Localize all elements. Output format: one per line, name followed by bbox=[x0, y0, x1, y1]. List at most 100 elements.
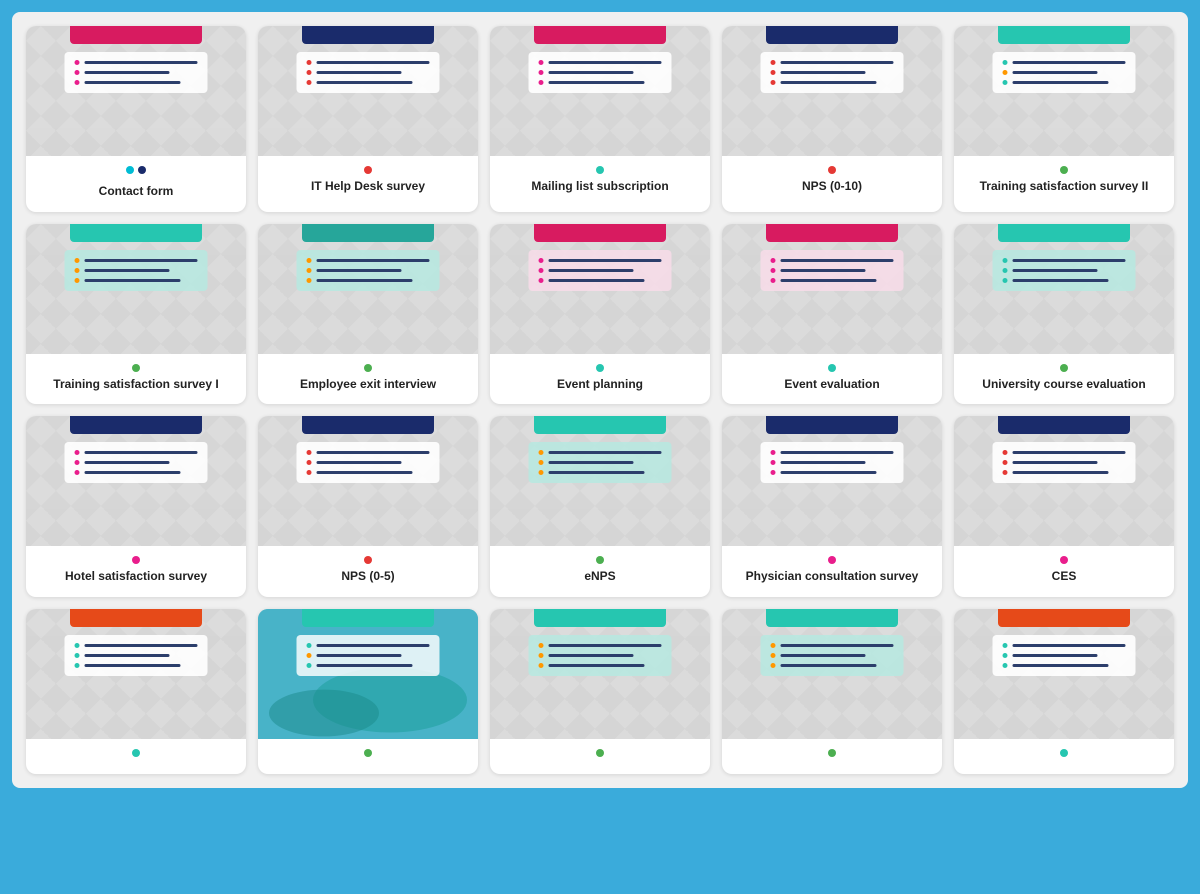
accent-bar bbox=[70, 609, 202, 627]
accent-bar bbox=[998, 224, 1130, 242]
card-info: Employee exit interview bbox=[258, 354, 478, 405]
template-card-physician-consultation[interactable]: Physician consultation survey bbox=[722, 416, 942, 597]
card-preview bbox=[26, 609, 246, 739]
template-card-row4-3[interactable] bbox=[490, 609, 710, 774]
form-mock bbox=[529, 635, 672, 676]
form-mock bbox=[761, 635, 904, 676]
template-card-training-satisfaction-1[interactable]: Training satisfaction survey I bbox=[26, 224, 246, 405]
card-preview bbox=[258, 416, 478, 546]
card-title: NPS (0-5) bbox=[341, 569, 394, 585]
accent-bar bbox=[766, 224, 898, 242]
card-preview bbox=[954, 416, 1174, 546]
form-mock bbox=[297, 442, 440, 483]
card-info bbox=[26, 739, 246, 774]
card-dot bbox=[364, 364, 372, 372]
accent-bar bbox=[302, 609, 434, 627]
form-mock bbox=[297, 635, 440, 676]
template-card-employee-exit[interactable]: Employee exit interview bbox=[258, 224, 478, 405]
card-preview bbox=[954, 26, 1174, 156]
template-card-row4-4[interactable] bbox=[722, 609, 942, 774]
card-title: Employee exit interview bbox=[300, 377, 436, 393]
card-info: CES bbox=[954, 546, 1174, 597]
template-card-event-evaluation[interactable]: Event evaluation bbox=[722, 224, 942, 405]
card-dot bbox=[132, 749, 140, 757]
accent-bar bbox=[766, 609, 898, 627]
card-info bbox=[954, 739, 1174, 774]
card-title: University course evaluation bbox=[982, 377, 1145, 393]
accent-bar bbox=[302, 416, 434, 434]
template-card-row4-5[interactable] bbox=[954, 609, 1174, 774]
card-dot bbox=[1060, 166, 1068, 174]
accent-bar bbox=[70, 26, 202, 44]
accent-bar bbox=[534, 609, 666, 627]
card-preview bbox=[954, 224, 1174, 354]
template-card-university-course[interactable]: University course evaluation bbox=[954, 224, 1174, 405]
card-info: NPS (0-10) bbox=[722, 156, 942, 212]
card-dot bbox=[132, 364, 140, 372]
card-info: Training satisfaction survey II bbox=[954, 156, 1174, 212]
accent-bar bbox=[534, 416, 666, 434]
template-card-training-satisfaction-2[interactable]: Training satisfaction survey II bbox=[954, 26, 1174, 212]
template-card-mailing-list[interactable]: Mailing list subscription bbox=[490, 26, 710, 212]
card-title: Mailing list subscription bbox=[531, 179, 668, 195]
card-dot bbox=[596, 166, 604, 174]
form-mock bbox=[529, 442, 672, 483]
accent-bar bbox=[534, 26, 666, 44]
card-info bbox=[258, 739, 478, 774]
card-info bbox=[490, 739, 710, 774]
card-preview bbox=[954, 609, 1174, 739]
card-dot bbox=[1060, 556, 1068, 564]
form-mock bbox=[297, 52, 440, 93]
template-card-event-planning[interactable]: Event planning bbox=[490, 224, 710, 405]
template-card-nps-0-5[interactable]: NPS (0-5) bbox=[258, 416, 478, 597]
card-preview bbox=[26, 224, 246, 354]
card-dot bbox=[1060, 364, 1068, 372]
accent-bar bbox=[766, 416, 898, 434]
card-preview bbox=[722, 26, 942, 156]
card-title: NPS (0-10) bbox=[802, 179, 862, 195]
card-info: Hotel satisfaction survey bbox=[26, 546, 246, 597]
form-mock bbox=[65, 52, 208, 93]
card-info: Event planning bbox=[490, 354, 710, 405]
template-card-contact-form[interactable]: Contact form bbox=[26, 26, 246, 212]
accent-bar bbox=[998, 26, 1130, 44]
card-dot bbox=[828, 166, 836, 174]
card-info bbox=[722, 739, 942, 774]
form-mock bbox=[761, 442, 904, 483]
card-dot bbox=[364, 556, 372, 564]
card-dot-2 bbox=[138, 166, 146, 174]
template-card-hotel-satisfaction[interactable]: Hotel satisfaction survey bbox=[26, 416, 246, 597]
card-info: University course evaluation bbox=[954, 354, 1174, 405]
template-card-ces[interactable]: CES bbox=[954, 416, 1174, 597]
card-dot-1 bbox=[126, 166, 134, 174]
card-info: Event evaluation bbox=[722, 354, 942, 405]
card-info: NPS (0-5) bbox=[258, 546, 478, 597]
accent-bar bbox=[70, 416, 202, 434]
card-dot bbox=[364, 749, 372, 757]
card-preview bbox=[722, 609, 942, 739]
card-title: Physician consultation survey bbox=[746, 569, 919, 585]
card-dot bbox=[828, 749, 836, 757]
card-title: Contact form bbox=[99, 184, 174, 200]
card-preview bbox=[490, 224, 710, 354]
template-card-row4-2[interactable] bbox=[258, 609, 478, 774]
card-dot bbox=[596, 556, 604, 564]
accent-bar bbox=[766, 26, 898, 44]
card-info: Physician consultation survey bbox=[722, 546, 942, 597]
card-title: Training satisfaction survey I bbox=[53, 377, 218, 393]
card-info: IT Help Desk survey bbox=[258, 156, 478, 212]
form-mock bbox=[529, 250, 672, 291]
template-card-enps[interactable]: eNPS bbox=[490, 416, 710, 597]
card-title: Hotel satisfaction survey bbox=[65, 569, 207, 585]
card-info: Mailing list subscription bbox=[490, 156, 710, 212]
template-card-nps-0-10[interactable]: NPS (0-10) bbox=[722, 26, 942, 212]
card-info: Training satisfaction survey I bbox=[26, 354, 246, 405]
form-mock bbox=[297, 250, 440, 291]
card-preview bbox=[26, 26, 246, 156]
card-title: eNPS bbox=[584, 569, 615, 585]
template-card-row4-1[interactable] bbox=[26, 609, 246, 774]
card-title: IT Help Desk survey bbox=[311, 179, 425, 195]
card-title: CES bbox=[1052, 569, 1077, 585]
card-info: eNPS bbox=[490, 546, 710, 597]
template-card-it-help-desk[interactable]: IT Help Desk survey bbox=[258, 26, 478, 212]
